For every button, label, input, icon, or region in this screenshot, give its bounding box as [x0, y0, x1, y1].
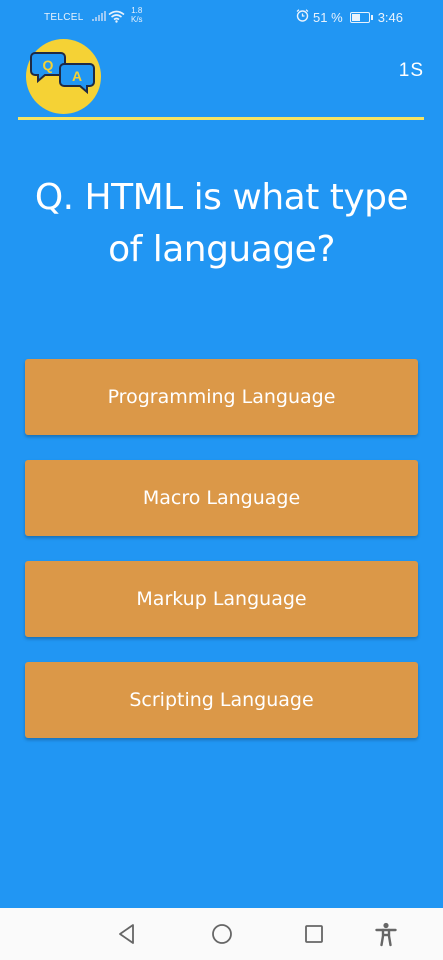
recents-icon[interactable] [301, 921, 327, 947]
alarm-icon [296, 9, 309, 25]
option-button-2[interactable]: Macro Language [25, 460, 418, 536]
battery-percent: 51 % [313, 9, 343, 25]
network-speed-unit: K/s [131, 15, 143, 24]
status-bar: TELCEL 1.8 K/s 51 % 3:46 [0, 0, 443, 34]
clock: 3:46 [377, 9, 403, 25]
signal-icon [92, 11, 106, 24]
status-right-group: 51 % 3:46 [296, 9, 403, 25]
option-button-1[interactable]: Programming Language [25, 359, 418, 435]
header-divider [18, 117, 424, 120]
logo-letter-q: Q [43, 57, 54, 73]
option-button-4[interactable]: Scripting Language [25, 662, 418, 738]
option-button-3[interactable]: Markup Language [25, 561, 418, 637]
accessibility-icon[interactable] [373, 921, 399, 947]
battery-icon [349, 11, 373, 23]
network-speed: 1.8 K/s [131, 6, 143, 24]
quiz-screen: TELCEL 1.8 K/s 51 % 3:46 Q A 1S Q. HTML … [0, 0, 443, 960]
question-text: Q. HTML is what type of language? [34, 177, 409, 270]
home-icon[interactable] [209, 921, 235, 947]
battery-level [351, 13, 360, 21]
carrier-label: TELCEL [44, 12, 84, 23]
navigation-bar [0, 908, 443, 960]
qa-logo: Q A [26, 39, 101, 114]
timer-label: 1S [398, 60, 424, 81]
logo-letter-a: A [72, 68, 82, 84]
network-speed-value: 1.8 [131, 6, 143, 15]
wifi-icon [108, 10, 125, 26]
back-icon[interactable] [114, 921, 140, 947]
